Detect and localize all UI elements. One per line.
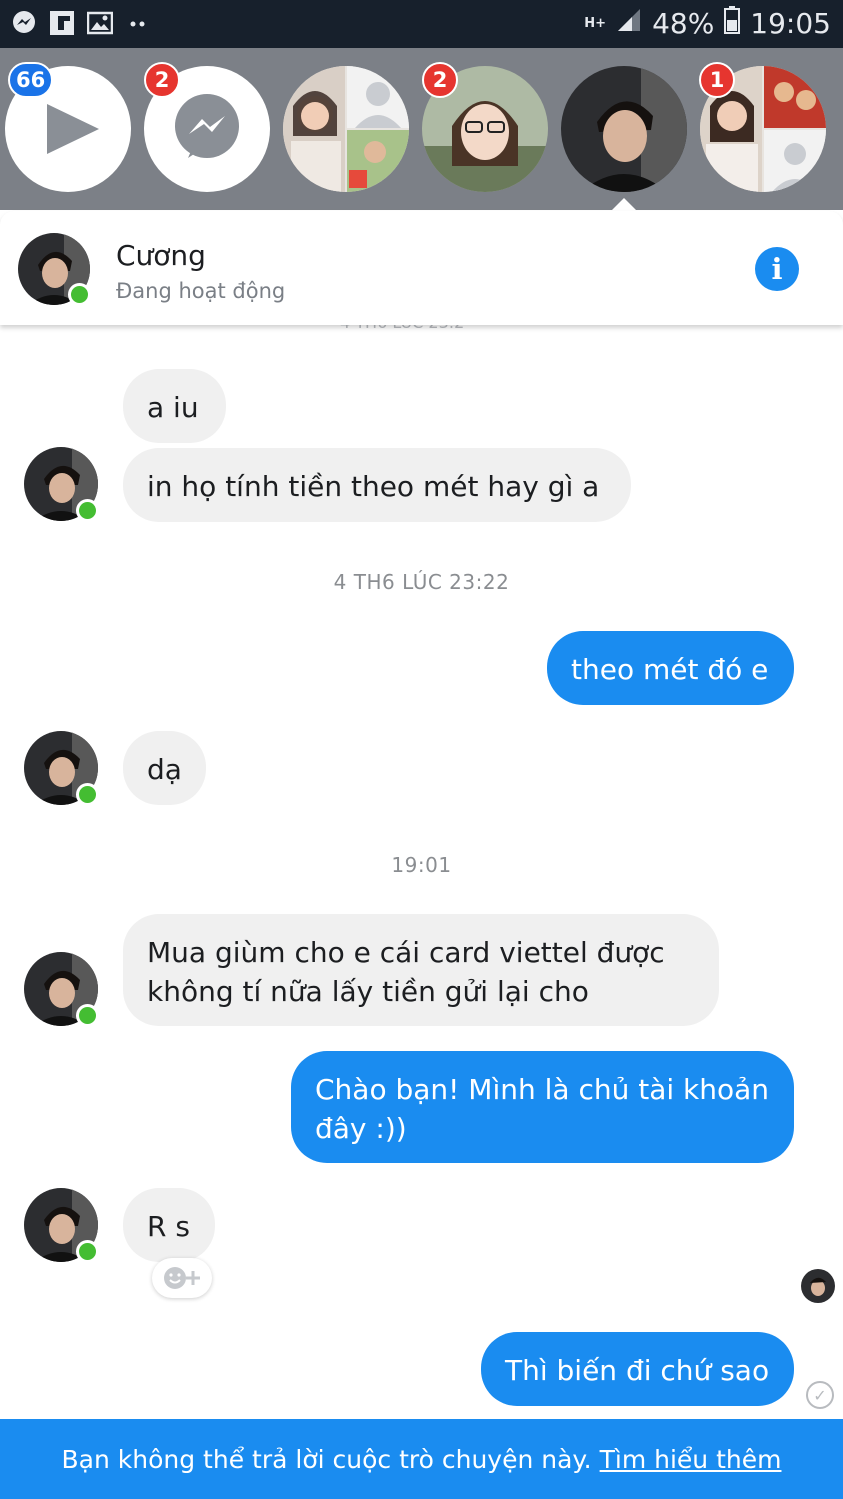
gallery-icon (86, 9, 114, 37)
avatar (561, 66, 687, 192)
chat-head-group-1[interactable] (283, 66, 409, 192)
clock: 19:05 (750, 7, 831, 40)
add-reaction-button[interactable] (152, 1258, 212, 1298)
contact-name: Cương (116, 239, 206, 272)
cannot-reply-banner: Bạn không thể trả lời cuộc trò chuyện nà… (0, 1419, 843, 1499)
message-outgoing[interactable]: Chào bạn! Mình là chủ tài khoản đây :)) (291, 1051, 794, 1163)
group-avatar (283, 66, 409, 192)
battery-icon (724, 6, 741, 41)
messenger-icon (10, 9, 38, 37)
message-incoming[interactable]: dạ (123, 731, 206, 805)
online-indicator (76, 783, 99, 806)
unread-badge: 2 (422, 62, 458, 98)
flipboard-icon (48, 9, 76, 37)
network-type: H+ (584, 15, 607, 31)
message-incoming[interactable]: a iu (123, 369, 226, 443)
timestamp: 4 TH6 LÚC 23:22 (333, 570, 510, 594)
unread-badge: 66 (8, 62, 54, 98)
message-outgoing[interactable]: Thì biến đi chứ sao (481, 1332, 794, 1406)
chat-head-cuong[interactable] (561, 66, 687, 192)
message-incoming[interactable]: R s (123, 1188, 215, 1262)
seen-avatar (801, 1269, 835, 1303)
emoji-add-icon (164, 1267, 200, 1289)
message-incoming[interactable]: Mua giùm cho e cái card viettel được khô… (123, 914, 719, 1026)
chat-header: Cương Đang hoạt động i (0, 211, 843, 325)
status-icons-right: H+ 48% 19:05 (584, 6, 831, 41)
online-indicator (76, 1240, 99, 1263)
contact-status: Đang hoạt động (116, 279, 286, 303)
unread-badge: 2 (144, 62, 180, 98)
message-outgoing[interactable]: theo mét đó e (547, 631, 794, 705)
signal-icon (616, 7, 642, 40)
battery-percent: 48% (652, 7, 715, 40)
message-incoming[interactable]: in họ tính tiền theo mét hay gì a (123, 448, 631, 522)
status-bar: H+ 48% 19:05 (0, 0, 843, 48)
online-indicator (68, 283, 91, 306)
status-icons-left (10, 9, 152, 37)
info-icon[interactable]: i (755, 247, 799, 291)
unread-badge: 1 (699, 62, 735, 98)
active-head-caret (611, 198, 637, 211)
online-indicator (76, 499, 99, 522)
chat-heads-bar: 66 2 2 1 (0, 48, 843, 210)
notice-text: Bạn không thể trả lời cuộc trò chuyện nà… (61, 1444, 592, 1474)
timestamp: 19:01 (391, 853, 452, 877)
more-dots-icon (124, 9, 152, 37)
sent-check-icon: ✓ (806, 1381, 834, 1409)
online-indicator (76, 1004, 99, 1027)
learn-more-link[interactable]: Tìm hiểu thêm (600, 1445, 782, 1474)
